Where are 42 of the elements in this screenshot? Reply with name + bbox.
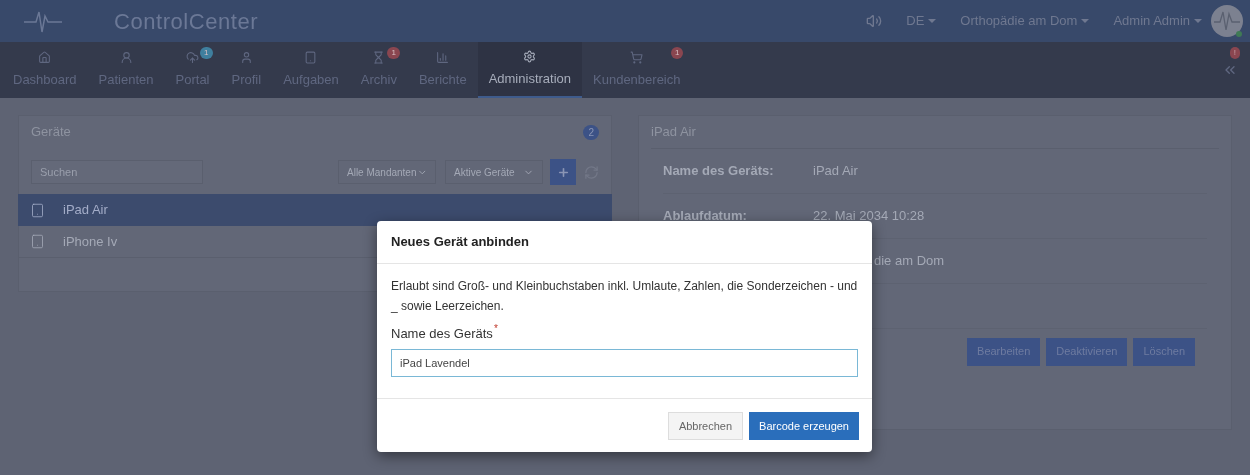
- dialog-title: Neues Gerät anbinden: [391, 233, 529, 252]
- tablet-icon: [304, 50, 318, 64]
- field-value: iPad Air: [813, 162, 858, 181]
- hourglass-icon: [372, 50, 386, 64]
- nav-tab[interactable]: Administration: [477, 42, 582, 98]
- bar-chart-icon: [436, 50, 450, 64]
- field-label: Name des Geräts: [391, 325, 493, 343]
- tablet-icon: [30, 234, 45, 249]
- home-icon: [38, 50, 52, 64]
- settings-icon: [523, 49, 537, 63]
- caret-icon: [1194, 19, 1202, 23]
- field-label: Name des Geräts:: [663, 162, 775, 181]
- add-button[interactable]: [550, 159, 576, 185]
- plus-icon: [556, 165, 570, 179]
- device-name: iPhone Iv: [63, 232, 118, 251]
- field-value: die am Dom: [873, 252, 945, 271]
- caret-icon: [928, 19, 937, 23]
- cart-icon: [630, 50, 644, 64]
- alert-badge: !: [1229, 47, 1240, 59]
- caret-icon: [1081, 19, 1090, 23]
- cancel-button[interactable]: Abbrechen: [667, 412, 744, 440]
- filter-select[interactable]: Aktive Geräte: [445, 160, 543, 184]
- tablet-icon: [30, 202, 45, 218]
- device-name-field[interactable]: iPad Lavendel: [391, 348, 858, 377]
- person-icon: [119, 50, 133, 64]
- hint-text: Erlaubt sind Groß- und Kleinbuchstaben inkl. Umlaute, Zahlen, die Sonderzeichen - und _ sowie Leerzeichen.: [391, 278, 858, 315]
- count-badge: 1: [387, 47, 400, 59]
- cloud-upload-icon: [186, 50, 200, 64]
- speaker-icon[interactable]: [866, 13, 883, 29]
- collapse-button[interactable]: !: [1210, 42, 1250, 98]
- filter-select[interactable]: Alle Mandanten: [338, 160, 436, 184]
- count-badge: 1: [671, 47, 684, 59]
- generate-barcode-button[interactable]: Barcode erzeugen: [749, 412, 859, 440]
- device-row[interactable]: iPad Air: [18, 194, 612, 226]
- count-badge: 1: [200, 47, 213, 59]
- field-label: Ablaufdatum:: [663, 207, 748, 226]
- count-badge: 2: [583, 124, 599, 140]
- device-name: iPad Air: [63, 201, 108, 220]
- avatar-icon[interactable]: [1210, 4, 1244, 38]
- user-icon: [239, 50, 253, 64]
- required-mark: *: [493, 324, 498, 336]
- field-value: 22. Mai 2034 10:28: [813, 207, 925, 226]
